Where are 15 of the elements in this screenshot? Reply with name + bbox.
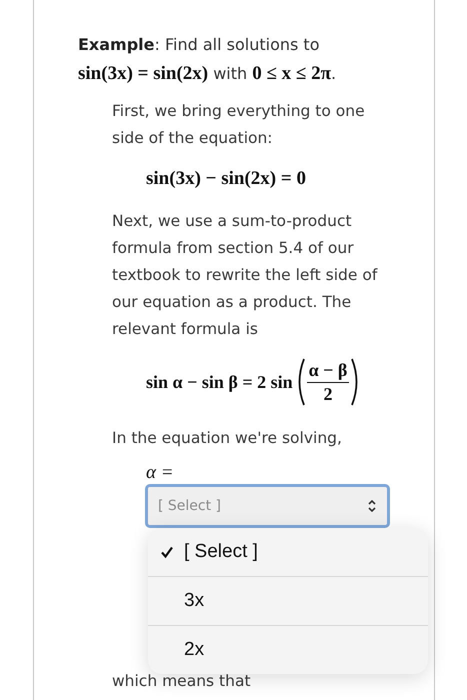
checkmark-icon	[160, 545, 174, 559]
example-text: Example: Find all solutions to sin(3x) = sin(2x) with 0 ≤ x ≤ 2π.	[78, 34, 338, 86]
paragraph: First, we bring everything to one side of the equation:	[112, 101, 366, 149]
paragraph: which means that	[112, 671, 252, 692]
fraction-denominator: 2	[323, 382, 332, 404]
formula-text: sin α − sin β = 2 sin	[146, 372, 293, 392]
alpha-label: α =	[146, 462, 175, 484]
paragraph: In the equation we're solving,	[112, 428, 343, 449]
paragraph: Next, we use a sum-to-product formula from section 5.4 of our textbook to rewrite the left side of our equation as a product. The relevant formula is	[112, 211, 379, 340]
chevron-icon	[367, 499, 377, 513]
fraction-numerator: α − β	[306, 360, 350, 382]
menu-item[interactable]: 2x	[148, 625, 428, 674]
equation: sin(3x) − sin(2x) = 0	[146, 168, 306, 189]
menu-item[interactable]: 3x	[148, 576, 428, 625]
menu-item[interactable]: [ Select ]	[148, 528, 428, 576]
